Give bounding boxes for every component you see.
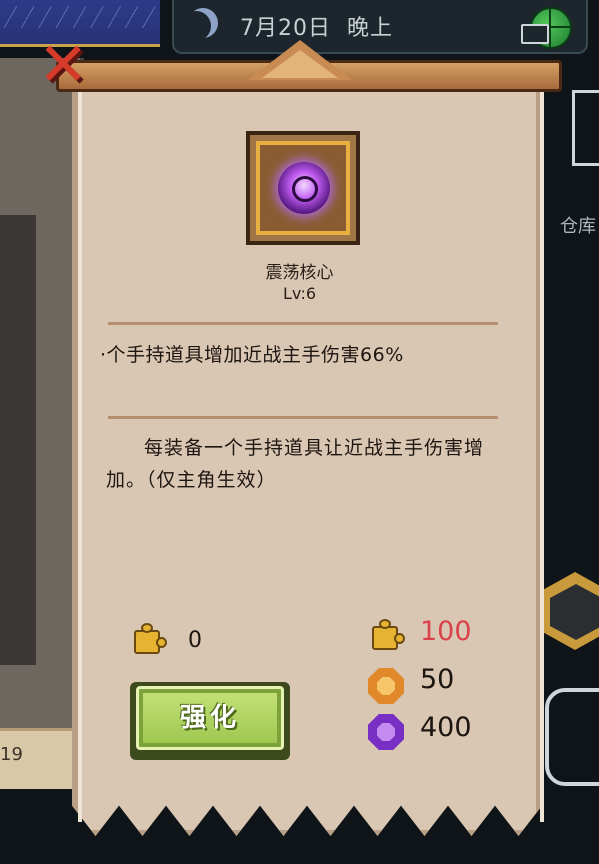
warehouse-label[interactable]: 仓库 — [560, 212, 596, 238]
purple-material-icon — [368, 714, 404, 750]
background-right-frame — [572, 90, 599, 166]
item-effect: ·个手持道具增加近战主手伤害66% — [100, 344, 404, 366]
item-description: 每装备一个手持道具让近战主手伤害增加。（仅主角生效） — [106, 437, 485, 491]
puzzle-piece-icon — [368, 618, 406, 654]
orange-material-icon — [368, 668, 404, 704]
time-of-day-label: 晚上 — [347, 16, 394, 41]
owned-puzzle-count: 0 — [188, 628, 202, 653]
date-time-label: 7月20日 晚上 — [240, 10, 393, 42]
monitor-icon — [521, 24, 549, 44]
cost-puzzle: 100 — [420, 616, 472, 647]
background-left-number: 19 — [0, 744, 23, 765]
cost-purple: 400 — [420, 712, 472, 743]
divider — [108, 322, 498, 325]
divider — [108, 416, 498, 419]
purple-orb-core-icon — [278, 162, 330, 214]
item-level: Lv:6 — [282, 284, 317, 303]
cost-orange: 50 — [420, 664, 455, 695]
puzzle-piece-icon — [130, 622, 168, 658]
item-name: 震荡核心 — [265, 263, 334, 283]
date-label: 7月20日 — [240, 16, 331, 41]
close-icon[interactable]: ✕ — [38, 30, 88, 100]
gear-icon[interactable] — [545, 688, 599, 786]
moon-icon — [188, 8, 218, 38]
enhance-button[interactable]: 强化 — [136, 686, 284, 750]
